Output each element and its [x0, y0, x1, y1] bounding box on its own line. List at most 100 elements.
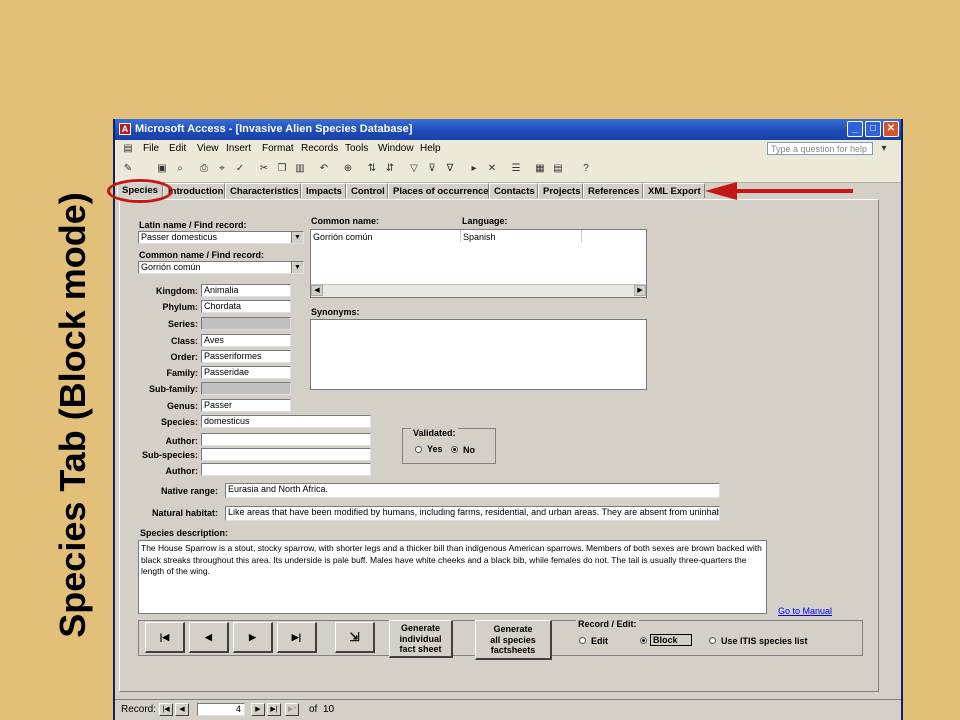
help-dropdown-icon[interactable]: ▾ — [877, 142, 891, 156]
scroll-right-icon[interactable]: ▶ — [634, 285, 646, 296]
natural-habitat-field[interactable]: Like areas that have been modified by hu… — [225, 506, 720, 521]
close-button[interactable]: ✕ — [883, 121, 899, 137]
print-icon[interactable]: ⎙ — [197, 162, 211, 176]
filter-by-selection-icon[interactable]: ▽ — [407, 162, 421, 176]
nav-first-icon[interactable]: |◀ — [159, 703, 173, 716]
class-field[interactable]: Aves — [201, 334, 291, 347]
synonyms-list[interactable] — [310, 319, 647, 390]
menu-edit[interactable]: Edit — [169, 143, 186, 154]
nav-previous-icon[interactable]: ◀ — [175, 703, 189, 716]
view-icon[interactable]: ✎ — [121, 162, 135, 176]
block-radio[interactable] — [640, 637, 647, 644]
generate-individual-button[interactable]: Generate individual fact sheet — [389, 620, 453, 658]
language-header: Language: — [462, 216, 508, 226]
common-names-list[interactable]: Gorrión común Spanish ◀ ▶ — [310, 229, 647, 298]
tab-references[interactable]: References — [583, 183, 643, 198]
common-name-cell[interactable]: Gorrión común — [313, 232, 373, 242]
chevron-down-icon[interactable]: ▼ — [291, 262, 303, 273]
subspecies-label: Sub-species: — [141, 450, 198, 460]
database-window-icon[interactable]: ▦ — [533, 162, 547, 176]
previous-record-button[interactable]: ◀ — [189, 622, 229, 653]
next-record-button[interactable]: ▶ — [233, 622, 273, 653]
help-icon[interactable]: ? — [579, 162, 593, 176]
tab-characteristics[interactable]: Characteristics — [225, 183, 301, 198]
menu-format[interactable]: Format — [262, 143, 294, 154]
toolbar: ✎ ▣ ⌕ ⎙ ⌖ ✓ ✂ ❐ ▥ ↶ ⊕ ⇅ ⇵ ▽ ⊽ ∇ ▸ ✕ ☰ ▦ … — [115, 158, 901, 183]
spelling-icon[interactable]: ✓ — [233, 162, 247, 176]
title-bar[interactable]: A Microsoft Access - [Invasive Alien Spe… — [115, 119, 901, 140]
author-label: Author: — [165, 436, 199, 446]
apply-filter-icon[interactable]: ∇ — [443, 162, 457, 176]
menu-insert[interactable]: Insert — [226, 143, 251, 154]
search-icon[interactable]: ⌕ — [173, 162, 187, 176]
undo-icon[interactable]: ↶ — [317, 162, 331, 176]
generate-all-button[interactable]: Generate all species factsheets — [475, 620, 552, 660]
new-object-icon[interactable]: ▤ — [551, 162, 565, 176]
tab-xml-export[interactable]: XML Export — [643, 183, 705, 198]
species-description-field[interactable]: The House Sparrow is a stout, stocky spa… — [138, 540, 767, 614]
species-description-label: Species description: — [140, 528, 229, 538]
help-search-input[interactable]: Type a question for help — [767, 142, 873, 155]
tab-contacts[interactable]: Contacts — [489, 183, 538, 198]
nav-new-icon[interactable]: ▶* — [285, 703, 299, 716]
validated-no-radio[interactable] — [451, 446, 458, 453]
species-field[interactable]: domesticus — [201, 415, 371, 428]
menu-view[interactable]: View — [197, 143, 219, 154]
sort-ascending-icon[interactable]: ⇅ — [365, 162, 379, 176]
genus-field[interactable]: Passer — [201, 399, 291, 412]
new-record-icon[interactable]: ▸ — [467, 162, 481, 176]
sort-descending-icon[interactable]: ⇵ — [383, 162, 397, 176]
scroll-left-icon[interactable]: ◀ — [311, 285, 323, 296]
native-range-field[interactable]: Eurasia and North Africa. — [225, 483, 720, 498]
window-title: Microsoft Access - [Invasive Alien Speci… — [135, 123, 413, 135]
cut-icon[interactable]: ✂ — [257, 162, 271, 176]
menu-window[interactable]: Window — [378, 143, 414, 154]
order-field[interactable]: Passeriformes — [201, 350, 291, 363]
delete-record-icon[interactable]: ✕ — [485, 162, 499, 176]
print-preview-icon[interactable]: ⌖ — [215, 162, 229, 176]
validated-group: Validated: Yes No — [402, 428, 496, 464]
tab-places-of-occurrence[interactable]: Places of occurrence — [388, 183, 489, 198]
edit-radio[interactable] — [579, 637, 586, 644]
properties-icon[interactable]: ☰ — [509, 162, 523, 176]
itis-radio[interactable] — [709, 637, 716, 644]
minimize-button[interactable]: _ — [847, 121, 863, 137]
first-record-button[interactable]: |◀ — [145, 622, 185, 653]
chevron-down-icon[interactable]: ▼ — [291, 232, 303, 243]
kingdom-field[interactable]: Animalia — [201, 284, 291, 297]
language-cell[interactable]: Spanish — [463, 232, 496, 242]
tab-control[interactable]: Control — [346, 183, 388, 198]
copy-icon[interactable]: ❐ — [275, 162, 289, 176]
author-field[interactable] — [201, 433, 371, 446]
subfamily-field[interactable] — [201, 382, 291, 395]
series-field[interactable] — [201, 317, 291, 330]
menu-file[interactable]: File — [143, 143, 159, 154]
horizontal-scrollbar[interactable]: ◀ ▶ — [311, 284, 646, 297]
exit-door-icon[interactable]: ⇲ — [335, 622, 375, 653]
tab-impacts[interactable]: Impacts — [301, 183, 346, 198]
menu-records[interactable]: Records — [301, 143, 338, 154]
subspecies-field[interactable] — [201, 448, 371, 461]
validated-yes-radio[interactable] — [415, 446, 422, 453]
common-name-combo[interactable]: Gorrión común ▼ — [138, 261, 304, 274]
nav-next-icon[interactable]: ▶ — [251, 703, 265, 716]
latin-name-combo[interactable]: Passer domesticus ▼ — [138, 231, 304, 244]
paste-icon[interactable]: ▥ — [293, 162, 307, 176]
save-icon[interactable]: ▣ — [155, 162, 169, 176]
menu-help[interactable]: Help — [420, 143, 441, 154]
common-name-find-label: Common name / Find record: — [139, 250, 265, 260]
slide-title: Species Tab (Block mode) — [38, 150, 108, 680]
hyperlink-icon[interactable]: ⊕ — [341, 162, 355, 176]
filter-by-form-icon[interactable]: ⊽ — [425, 162, 439, 176]
last-record-button[interactable]: ▶| — [277, 622, 317, 653]
nav-last-icon[interactable]: ▶| — [267, 703, 281, 716]
go-to-manual-link[interactable]: Go to Manual — [778, 606, 832, 616]
menu-tools[interactable]: Tools — [345, 143, 368, 154]
form-icon[interactable]: ▤ — [121, 142, 135, 156]
author2-field[interactable] — [201, 463, 371, 476]
maximize-button[interactable]: □ — [865, 121, 881, 137]
record-number-field[interactable]: 4 — [197, 703, 245, 716]
phylum-field[interactable]: Chordata — [201, 300, 291, 313]
tab-projects[interactable]: Projects — [538, 183, 583, 198]
family-field[interactable]: Passeridae — [201, 366, 291, 379]
